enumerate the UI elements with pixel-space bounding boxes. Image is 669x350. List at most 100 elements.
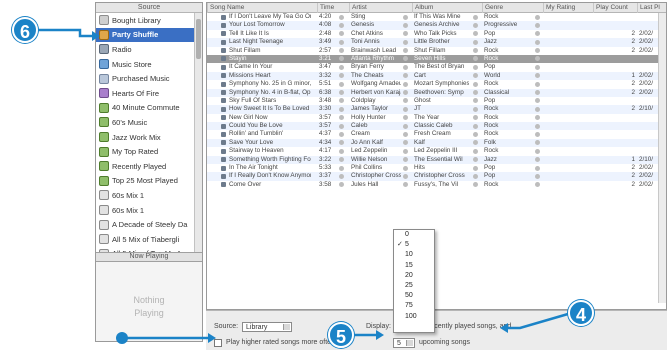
song-checkbox[interactable] <box>221 131 226 137</box>
link-arrow-icon[interactable] <box>339 39 344 45</box>
song-row[interactable]: Rollin' and Tumblin' 4:37 Cream Fresh Cream… <box>207 130 666 138</box>
song-row[interactable]: Tell It Like It Is 2:48 Chet Atkins Who Tal… <box>207 30 666 38</box>
link-arrow-icon[interactable] <box>473 157 478 163</box>
song-row[interactable]: If I Really Don't Know Anymore 3:37 Christ… <box>207 172 666 181</box>
link-arrow-icon[interactable] <box>339 81 344 87</box>
song-row[interactable]: Stayin 3:21 Atlanta Rhythm Seven Hills Rock <box>207 54 666 64</box>
link-arrow-icon[interactable] <box>403 173 408 179</box>
link-arrow-icon[interactable] <box>403 131 408 137</box>
link-arrow-icon[interactable] <box>339 56 344 62</box>
song-checkbox[interactable] <box>221 115 226 121</box>
link-arrow-icon[interactable] <box>473 98 478 104</box>
link-arrow-icon[interactable] <box>403 90 408 96</box>
chevron-down-icon[interactable] <box>406 340 413 346</box>
link-arrow-icon[interactable] <box>473 64 478 70</box>
song-checkbox[interactable] <box>221 123 226 129</box>
link-arrow-icon[interactable] <box>535 39 540 45</box>
source-item[interactable]: 60's Music <box>96 115 195 130</box>
link-arrow-icon[interactable] <box>403 22 408 28</box>
menu-item[interactable]: 0 <box>394 230 434 240</box>
song-list-scrollbar[interactable] <box>658 13 666 303</box>
link-arrow-icon[interactable] <box>403 73 408 79</box>
link-arrow-icon[interactable] <box>535 173 540 179</box>
play-higher-rated-checkbox[interactable] <box>214 339 222 347</box>
link-arrow-icon[interactable] <box>535 22 540 28</box>
link-arrow-icon[interactable] <box>473 90 478 96</box>
column-header[interactable]: Time <box>317 3 349 13</box>
link-arrow-icon[interactable] <box>473 140 478 146</box>
song-row[interactable]: Your Lost Tomorrow 4:08 Genesis Genesis Arc… <box>207 21 666 30</box>
song-checkbox[interactable] <box>221 173 226 179</box>
menu-item[interactable]: 50 <box>394 291 434 301</box>
source-item[interactable]: Recently Played <box>96 159 195 174</box>
link-arrow-icon[interactable] <box>403 56 408 62</box>
source-item[interactable]: Hearts Of Fire <box>96 86 195 101</box>
link-arrow-icon[interactable] <box>473 131 478 137</box>
song-checkbox[interactable] <box>221 140 226 146</box>
song-row[interactable]: Save Your Love 4:34 Jo Ann Kalf Kalf Folk <box>207 138 666 148</box>
link-arrow-icon[interactable] <box>339 131 344 137</box>
song-row[interactable]: Sky Full Of Stars 3:48 Coldplay Ghost Pop <box>207 97 666 105</box>
column-header[interactable]: Play Count <box>593 3 637 13</box>
chevron-down-icon[interactable] <box>283 324 290 330</box>
link-arrow-icon[interactable] <box>403 81 408 87</box>
link-arrow-icon[interactable] <box>473 81 478 87</box>
link-arrow-icon[interactable] <box>473 106 478 112</box>
link-arrow-icon[interactable] <box>339 115 344 121</box>
link-arrow-icon[interactable] <box>535 14 540 20</box>
link-arrow-icon[interactable] <box>535 115 540 121</box>
link-arrow-icon[interactable] <box>403 48 408 54</box>
link-arrow-icon[interactable] <box>535 48 540 54</box>
source-select[interactable]: Library <box>242 322 292 332</box>
song-row[interactable]: How Sweet It Is To Be Loved 3:30 James Tay… <box>207 105 666 114</box>
link-arrow-icon[interactable] <box>535 73 540 79</box>
column-header[interactable]: Genre <box>482 3 543 13</box>
link-arrow-icon[interactable] <box>535 123 540 129</box>
link-arrow-icon[interactable] <box>339 64 344 70</box>
link-arrow-icon[interactable] <box>535 131 540 137</box>
song-checkbox[interactable] <box>221 14 226 20</box>
link-arrow-icon[interactable] <box>473 148 478 154</box>
link-arrow-icon[interactable] <box>339 48 344 54</box>
link-arrow-icon[interactable] <box>473 39 478 45</box>
link-arrow-icon[interactable] <box>403 14 408 20</box>
link-arrow-icon[interactable] <box>403 115 408 121</box>
song-checkbox[interactable] <box>221 165 226 171</box>
link-arrow-icon[interactable] <box>403 106 408 112</box>
menu-item[interactable]: 100 <box>394 312 434 322</box>
song-row[interactable]: Could You Be Love 3:57 Caleb Classic Caleb R… <box>207 122 666 131</box>
column-header[interactable]: My Rating <box>543 3 593 13</box>
song-checkbox[interactable] <box>221 182 226 188</box>
song-checkbox[interactable] <box>221 106 226 112</box>
song-checkbox[interactable] <box>221 98 226 104</box>
song-row[interactable]: It Came In Your 3:47 Bryan Ferry The Best o… <box>207 63 666 71</box>
link-arrow-icon[interactable] <box>339 123 344 129</box>
source-item[interactable]: All 5 Mix of Tiabergli <box>96 232 195 247</box>
song-checkbox[interactable] <box>221 73 226 79</box>
scrollbar-thumb[interactable] <box>196 19 201 59</box>
song-row[interactable]: Shut Fillam 2:57 Brainwash Lead Shut Fillam… <box>207 47 666 55</box>
source-item[interactable]: Music Store <box>96 57 195 72</box>
menu-item[interactable]: 15 <box>394 261 434 271</box>
menu-item[interactable]: ✓ 5 <box>394 240 434 250</box>
link-arrow-icon[interactable] <box>339 165 344 171</box>
column-header[interactable]: Album <box>412 3 482 13</box>
song-row[interactable]: Something Worth Fighting For 3:22 Willie N… <box>207 155 666 165</box>
song-checkbox[interactable] <box>221 48 226 54</box>
menu-item[interactable]: 10 <box>394 250 434 260</box>
song-checkbox[interactable] <box>221 64 226 70</box>
column-header[interactable]: Artist <box>349 3 412 13</box>
link-arrow-icon[interactable] <box>535 157 540 163</box>
source-item[interactable]: Purchased Music <box>96 71 195 86</box>
link-arrow-icon[interactable] <box>473 31 478 37</box>
link-arrow-icon[interactable] <box>473 22 478 28</box>
source-item[interactable]: 40 Minute Commute <box>96 101 195 116</box>
link-arrow-icon[interactable] <box>403 31 408 37</box>
link-arrow-icon[interactable] <box>535 64 540 70</box>
link-arrow-icon[interactable] <box>403 148 408 154</box>
link-arrow-icon[interactable] <box>535 90 540 96</box>
link-arrow-icon[interactable] <box>339 182 344 188</box>
song-row[interactable]: New Girl Now 3:57 Holly Hunter The Year Rock <box>207 114 666 122</box>
link-arrow-icon[interactable] <box>403 64 408 70</box>
song-row[interactable]: Come Over 3:58 Jules Hall Fussy's, The Vil R… <box>207 181 666 189</box>
